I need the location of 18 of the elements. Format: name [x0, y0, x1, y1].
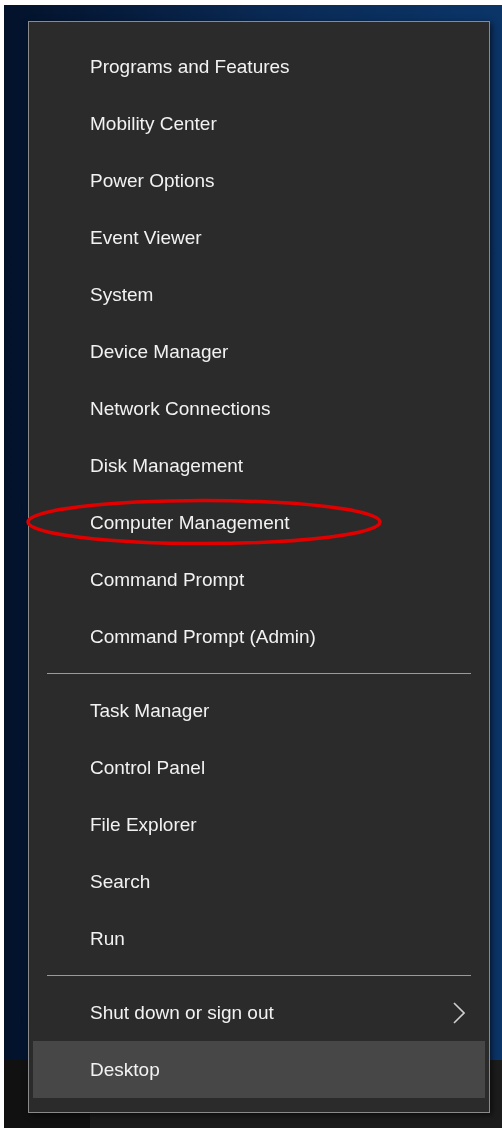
- menu-item[interactable]: Run: [33, 910, 485, 967]
- menu-item[interactable]: Task Manager: [33, 682, 485, 739]
- menu-item[interactable]: File Explorer: [33, 796, 485, 853]
- menu-item[interactable]: Event Viewer: [33, 209, 485, 266]
- menu-item[interactable]: System: [33, 266, 485, 323]
- menu-item[interactable]: Shut down or sign out: [33, 984, 485, 1041]
- menu-item[interactable]: Desktop: [33, 1041, 485, 1098]
- menu-item[interactable]: Power Options: [33, 152, 485, 209]
- menu-item[interactable]: Command Prompt: [33, 551, 485, 608]
- menu-item[interactable]: Device Manager: [33, 323, 485, 380]
- menu-item[interactable]: Command Prompt (Admin): [33, 608, 485, 665]
- menu-item[interactable]: Search: [33, 853, 485, 910]
- menu-item[interactable]: Computer Management: [33, 494, 485, 551]
- menu-item[interactable]: Disk Management: [33, 437, 485, 494]
- menu-item[interactable]: Control Panel: [33, 739, 485, 796]
- menu-item[interactable]: Programs and Features: [33, 38, 485, 95]
- menu-item[interactable]: Network Connections: [33, 380, 485, 437]
- menu-item[interactable]: Mobility Center: [33, 95, 485, 152]
